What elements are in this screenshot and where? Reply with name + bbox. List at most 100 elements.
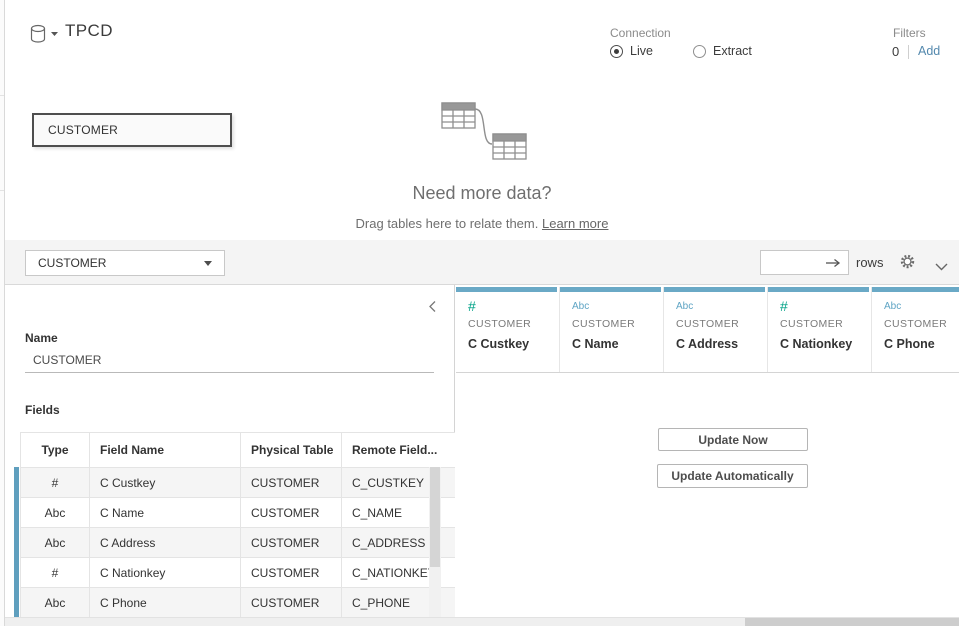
pane-divider xyxy=(0,95,4,96)
radio-unselected-icon xyxy=(693,45,706,58)
relationship-canvas: CUSTOMER Need more data? xyxy=(5,77,959,241)
physical-table-cell: CUSTOMER xyxy=(241,468,342,498)
field-row-c-phone[interactable]: Abc C Phone CUSTOMER C_PHONE xyxy=(21,588,462,618)
table-selector-dropdown[interactable]: CUSTOMER xyxy=(25,250,225,276)
grid-toolbar: CUSTOMER rows xyxy=(5,240,959,285)
physical-table-cell: CUSTOMER xyxy=(241,528,342,558)
selected-rows-accent-bar xyxy=(14,467,19,626)
physical-table-cell: CUSTOMER xyxy=(241,588,342,618)
name-label: Name xyxy=(25,331,58,345)
header-bar: TPCD Connection Live Extract Filters 0 A… xyxy=(5,0,959,77)
column-header-remote: Remote Field... xyxy=(342,433,462,468)
connection-live-radio[interactable]: Live xyxy=(610,44,653,58)
string-type-icon: Abc xyxy=(884,301,901,312)
remote-field-cell: C_ADDRESS xyxy=(342,528,462,558)
physical-table-cell: CUSTOMER xyxy=(241,498,342,528)
horizontal-scrollbar[interactable] xyxy=(5,617,959,626)
column-accent-bar xyxy=(456,287,557,292)
collapse-grid-button[interactable] xyxy=(935,258,948,276)
logical-table-label: CUSTOMER xyxy=(34,123,118,137)
column-table-label: CUSTOMER xyxy=(780,318,871,330)
scrollbar-thumb[interactable] xyxy=(745,618,959,626)
column-accent-bar xyxy=(872,287,959,292)
fields-table-header-row: Type Field Name Physical Table Remote Fi… xyxy=(21,433,462,468)
empty-canvas-subtext: Drag tables here to relate them. Learn m… xyxy=(5,216,959,231)
grid-column-c-custkey[interactable]: # CUSTOMER C Custkey xyxy=(456,287,560,372)
field-row-c-address[interactable]: Abc C Address CUSTOMER C_ADDRESS xyxy=(21,528,462,558)
field-name-cell: C Phone xyxy=(90,588,241,618)
gear-icon xyxy=(899,253,916,270)
connection-extract-radio[interactable]: Extract xyxy=(693,44,752,58)
fields-metadata-table: Type Field Name Physical Table Remote Fi… xyxy=(20,432,462,626)
column-field-label: C Nationkey xyxy=(780,337,871,351)
number-type-icon: # xyxy=(21,558,90,588)
remote-field-cell: C_PHONE xyxy=(342,588,462,618)
column-field-label: C Name xyxy=(572,337,663,351)
grid-column-c-nationkey[interactable]: # CUSTOMER C Nationkey xyxy=(768,287,872,372)
table-name-input[interactable] xyxy=(25,347,434,373)
update-now-button[interactable]: Update Now xyxy=(658,428,808,451)
table-details-panel: Name Fields Type Field Name Physical Tab… xyxy=(5,285,455,626)
fields-table-scrollbar[interactable] xyxy=(429,467,441,626)
remote-field-cell: C_NATIONKEY xyxy=(342,558,462,588)
grid-column-c-address[interactable]: Abc CUSTOMER C Address xyxy=(664,287,768,372)
column-header-field: Field Name xyxy=(90,433,241,468)
logical-table-customer[interactable]: CUSTOMER xyxy=(32,113,232,147)
update-automatically-button[interactable]: Update Automatically xyxy=(657,464,808,488)
column-field-label: C Address xyxy=(676,337,767,351)
relate-tables-illustration-icon xyxy=(438,98,530,164)
column-field-label: C Custkey xyxy=(468,337,559,351)
submit-arrow-icon[interactable] xyxy=(825,258,841,268)
add-filter-link[interactable]: Add xyxy=(918,44,940,58)
remote-field-cell: C_NAME xyxy=(342,498,462,528)
empty-canvas-title: Need more data? xyxy=(5,183,959,204)
field-name-cell: C Name xyxy=(90,498,241,528)
string-type-icon: Abc xyxy=(21,588,90,618)
column-table-label: CUSTOMER xyxy=(884,318,959,330)
column-table-label: CUSTOMER xyxy=(572,318,663,330)
chevron-down-icon xyxy=(204,261,212,266)
table-selector-value: CUSTOMER xyxy=(38,256,106,270)
string-type-icon: Abc xyxy=(21,528,90,558)
collapse-panel-button[interactable] xyxy=(426,298,439,320)
rows-label: rows xyxy=(856,255,883,270)
physical-table-cell: CUSTOMER xyxy=(241,558,342,588)
pane-divider xyxy=(0,190,4,191)
field-name-cell: C Address xyxy=(90,528,241,558)
fields-label: Fields xyxy=(25,403,60,417)
radio-label: Live xyxy=(630,44,653,58)
chevron-down-icon xyxy=(935,263,948,271)
column-header-ptable: Physical Table xyxy=(241,433,342,468)
datasource-title[interactable]: TPCD xyxy=(65,21,113,41)
data-grid-panel: # CUSTOMER C Custkey Abc CUSTOMER C Name… xyxy=(455,285,959,626)
string-type-icon: Abc xyxy=(21,498,90,528)
field-name-cell: C Custkey xyxy=(90,468,241,498)
filters-count: 0 xyxy=(892,44,899,59)
field-row-c-name[interactable]: Abc C Name CUSTOMER C_NAME xyxy=(21,498,462,528)
column-table-label: CUSTOMER xyxy=(676,318,767,330)
column-table-label: CUSTOMER xyxy=(468,318,559,330)
grid-settings-button[interactable] xyxy=(899,253,916,275)
database-icon xyxy=(27,22,65,48)
datasource-menu-button[interactable] xyxy=(27,22,65,48)
grid-column-c-phone[interactable]: Abc CUSTOMER C Phone xyxy=(872,287,959,372)
field-row-c-nationkey[interactable]: # C Nationkey CUSTOMER C_NATIONKEY xyxy=(21,558,462,588)
chevron-left-icon xyxy=(428,300,437,313)
scrollbar-thumb[interactable] xyxy=(430,467,440,567)
row-count-input[interactable] xyxy=(760,250,849,275)
drag-tables-hint: Drag tables here to relate them. xyxy=(356,216,539,231)
divider xyxy=(908,45,909,59)
radio-selected-icon xyxy=(610,45,623,58)
column-header-type: Type xyxy=(21,433,90,468)
tableau-datasource-page: TPCD Connection Live Extract Filters 0 A… xyxy=(0,0,959,626)
column-accent-bar xyxy=(768,287,869,292)
grid-column-c-name[interactable]: Abc CUSTOMER C Name xyxy=(560,287,664,372)
number-type-icon: # xyxy=(21,468,90,498)
learn-more-link[interactable]: Learn more xyxy=(542,216,608,231)
column-field-label: C Phone xyxy=(884,337,959,351)
field-row-c-custkey[interactable]: # C Custkey CUSTOMER C_CUSTKEY xyxy=(21,468,462,498)
data-grid-header-row: # CUSTOMER C Custkey Abc CUSTOMER C Name… xyxy=(456,287,959,373)
string-type-icon: Abc xyxy=(676,301,693,312)
string-type-icon: Abc xyxy=(572,301,589,312)
remote-field-cell: C_CUSTKEY xyxy=(342,468,462,498)
